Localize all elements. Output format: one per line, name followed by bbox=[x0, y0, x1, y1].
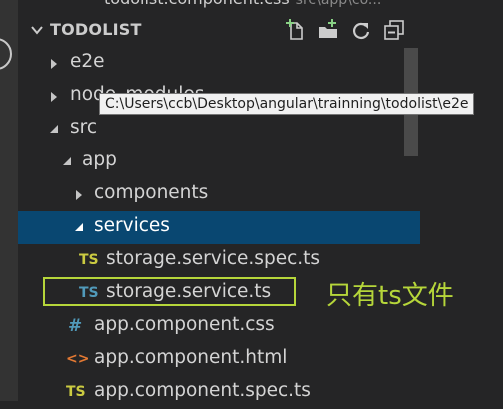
tree-item-label: services bbox=[94, 215, 170, 236]
chevron-down-icon bbox=[50, 125, 58, 133]
path-tooltip: C:\Users\ccb\Desktop\angular\trainning\t… bbox=[99, 93, 475, 115]
html-icon: <> bbox=[66, 351, 90, 367]
tab-title: todolist.component.css bbox=[104, 0, 290, 8]
editor-tab[interactable]: todolist.component.css src\app\co... bbox=[18, 0, 503, 12]
tab-path: src\app\co... bbox=[295, 0, 382, 8]
chevron-down-icon bbox=[75, 223, 83, 231]
new-file-icon[interactable] bbox=[283, 18, 307, 42]
tree-item-app-component-spec[interactable]: TS app.component.spec.ts bbox=[18, 376, 420, 409]
chevron-down-icon bbox=[63, 157, 71, 165]
collapse-all-icon[interactable] bbox=[382, 18, 406, 42]
tree-item-e2e[interactable]: e2e bbox=[18, 47, 420, 80]
activity-bar bbox=[0, 0, 18, 401]
explorer-section-header[interactable]: TODOLIST bbox=[18, 12, 420, 47]
tree-item-label: src bbox=[70, 117, 98, 138]
tree-item-app[interactable]: app bbox=[18, 145, 420, 178]
typescript-icon: TS bbox=[66, 384, 86, 400]
tree-item-label: app.component.css bbox=[94, 314, 275, 335]
activity-icon[interactable] bbox=[0, 38, 12, 70]
refresh-icon[interactable] bbox=[349, 18, 373, 42]
chevron-right-icon bbox=[51, 92, 57, 102]
annotation-note: 只有ts文件 bbox=[326, 281, 454, 311]
chevron-right-icon bbox=[76, 190, 82, 200]
chevron-right-icon bbox=[51, 59, 57, 69]
new-folder-icon[interactable] bbox=[316, 18, 340, 42]
tree-item-app-component-html[interactable]: <> app.component.html bbox=[18, 343, 420, 376]
tree-item-components[interactable]: components bbox=[18, 178, 420, 211]
tree-item-label: components bbox=[94, 182, 209, 203]
tree-item-src[interactable]: src bbox=[18, 113, 420, 146]
right-panel bbox=[420, 12, 503, 401]
tree-item-label: app bbox=[82, 149, 117, 170]
css-icon: # bbox=[68, 316, 83, 336]
explorer-title: TODOLIST bbox=[50, 20, 142, 39]
tree-item-app-component-css[interactable]: # app.component.css bbox=[18, 310, 420, 343]
tree-item-services[interactable]: services bbox=[18, 211, 420, 244]
tree-item-label: app.component.spec.ts bbox=[94, 380, 311, 401]
typescript-icon: TS bbox=[79, 252, 99, 268]
tree-item-label: app.component.html bbox=[94, 347, 288, 368]
tree-item-label: storage.service.spec.ts bbox=[106, 248, 321, 269]
tree-item-storage-service-spec[interactable]: TS storage.service.spec.ts bbox=[18, 244, 420, 277]
chevron-down-icon bbox=[31, 25, 43, 35]
highlight-box bbox=[43, 277, 296, 306]
tree-item-label: e2e bbox=[70, 51, 105, 72]
